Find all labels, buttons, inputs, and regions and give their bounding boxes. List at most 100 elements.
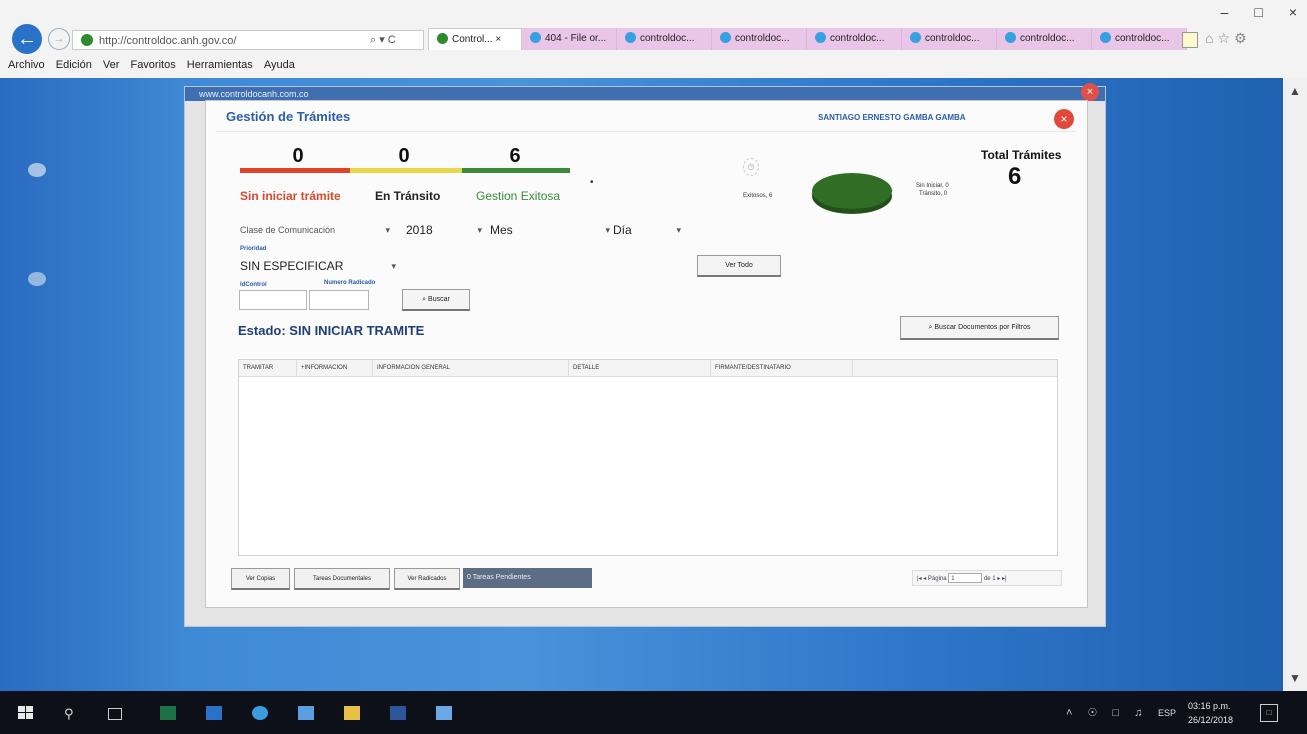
restore-icon[interactable]: □ — [1254, 4, 1262, 20]
tramites-table: TRAMITAR +INFORMACION INFORMACION GENERA… — [238, 359, 1058, 556]
internet-explorer-icon[interactable] — [252, 706, 268, 720]
tab-label: controldoc... — [735, 33, 790, 44]
pager-last-icon[interactable]: ▸ ▸| — [997, 576, 1006, 582]
outlook-icon[interactable] — [206, 706, 222, 720]
bar-exitosa — [462, 168, 570, 173]
tab-controldoc-3[interactable]: controldoc... — [807, 28, 902, 50]
column-header[interactable]: TRAMITAR — [239, 360, 297, 376]
label-sin-iniciar[interactable]: Sin iniciar trámite — [240, 189, 341, 203]
chevron-down-icon: ▾ — [477, 225, 482, 235]
system-tray[interactable]: ˄ ☉ □ ♫ — [1066, 706, 1148, 719]
gestion-dialog: Gestión de Trámites SANTIAGO ERNESTO GAM… — [205, 100, 1088, 608]
tab-control[interactable]: Control... × — [428, 28, 522, 50]
ver-radicados-button[interactable]: Ver Radicados — [394, 568, 460, 590]
tab-controldoc-6[interactable]: controldoc... — [1092, 28, 1187, 50]
site-icon — [81, 34, 93, 46]
clock-time[interactable]: 03:16 p.m. — [1188, 701, 1231, 711]
radicado-input[interactable] — [309, 290, 369, 310]
prioridad-select[interactable]: SIN ESPECIFICAR ▾ — [240, 256, 396, 276]
pie-chart — [811, 173, 893, 214]
search-icon[interactable]: ⚲ — [64, 706, 80, 721]
ie-icon — [530, 32, 541, 43]
outer-modal-title: www.controldocanh.com.co — [199, 89, 309, 99]
menu-archivo[interactable]: Archivo — [8, 59, 45, 71]
new-tab-button[interactable] — [1182, 32, 1198, 48]
menu-ayuda[interactable]: Ayuda — [264, 59, 295, 71]
task-view-icon[interactable] — [108, 708, 122, 720]
column-header[interactable]: DETALLE — [569, 360, 711, 376]
tab-controldoc-5[interactable]: controldoc... — [997, 28, 1092, 50]
excel-icon[interactable] — [160, 706, 176, 720]
tab-controldoc-1[interactable]: controldoc... — [617, 28, 712, 50]
outer-modal-titlebar: www.controldocanh.com.co — [185, 87, 1105, 101]
close-icon[interactable]: × — [1289, 4, 1297, 20]
buscar-button[interactable]: ⌕ Buscar — [402, 289, 470, 311]
page-input[interactable]: 1 — [948, 573, 983, 584]
menu-herramientas[interactable]: Herramientas — [187, 59, 253, 71]
tab-label: controldoc... — [1115, 33, 1170, 44]
prioridad-label: Prioridad — [240, 246, 267, 252]
menu-bar: Archivo Edición Ver Favoritos Herramient… — [0, 56, 295, 74]
menu-favoritos[interactable]: Favoritos — [130, 59, 175, 71]
year-select[interactable]: 2018 ▾ — [406, 220, 482, 240]
table-header: TRAMITAR +INFORMACION INFORMACION GENERA… — [239, 360, 1057, 377]
tab-label: controldoc... — [830, 33, 885, 44]
scroll-down-icon[interactable]: ▼ — [1283, 671, 1307, 685]
label-exitosa[interactable]: Gestion Exitosa — [476, 189, 560, 203]
ie-icon — [720, 32, 731, 43]
ie-icon — [910, 32, 921, 43]
buscar-filtros-button[interactable]: ⌕ Buscar Documentos por Filtros — [900, 316, 1059, 340]
idcontrol-input[interactable] — [239, 290, 307, 310]
browser-tools-icons[interactable]: ⌂☆⚙ — [1205, 30, 1251, 47]
clock-date[interactable]: 26/12/2018 — [1188, 715, 1233, 725]
tab-label: Control... — [452, 34, 493, 45]
window-controls: – □ × — [1221, 4, 1297, 20]
tab-controldoc-2[interactable]: controldoc... — [712, 28, 807, 50]
chart-loading-icon: ◷ — [743, 158, 759, 176]
divider — [216, 131, 1076, 132]
ver-todo-button[interactable]: Ver Todo — [697, 255, 781, 277]
language-indicator[interactable]: ESP — [1158, 708, 1176, 718]
window-app-icon[interactable] — [436, 706, 452, 720]
address-tools[interactable]: ⌕ ▾ C — [370, 30, 396, 50]
user-name: SANTIAGO ERNESTO GAMBA GAMBA — [818, 113, 966, 122]
page-scrollbar[interactable]: ▲ ▼ — [1283, 78, 1307, 691]
forward-arrow-icon[interactable]: → — [48, 28, 70, 50]
pie-label-sin-iniciar: Sin Iniciar, 0 — [916, 183, 949, 189]
back-arrow-icon[interactable]: ← — [12, 24, 42, 54]
pager-first-icon[interactable]: |◂ ◂ — [917, 576, 926, 582]
label-en-transito[interactable]: En Tránsito — [375, 189, 440, 203]
tab-close-icon[interactable]: × — [495, 34, 501, 45]
app-icon[interactable] — [298, 706, 314, 720]
month-value: Mes — [490, 223, 513, 237]
day-select[interactable]: Día ▾ — [613, 220, 681, 240]
chevron-down-icon: ▾ — [385, 225, 390, 235]
tab-label: 404 - File or... — [545, 33, 607, 44]
clase-select[interactable]: Clase de Comunicación ▾ — [240, 220, 390, 240]
ver-copias-button[interactable]: Ver Copias — [231, 568, 290, 590]
idcontrol-label: IdControl — [240, 282, 267, 288]
word-icon[interactable] — [390, 706, 406, 720]
dialog-close-icon[interactable]: × — [1054, 109, 1074, 129]
ie-icon — [815, 32, 826, 43]
tab-controldoc-4[interactable]: controldoc... — [902, 28, 997, 50]
tab-strip: Control... × 404 - File or... controldoc… — [428, 28, 1187, 50]
minimize-icon[interactable]: – — [1221, 4, 1229, 20]
file-explorer-icon[interactable] — [344, 706, 360, 720]
pending-tasks-badge[interactable]: 0 Tareas Pendientes — [463, 568, 592, 588]
menu-ver[interactable]: Ver — [103, 59, 120, 71]
outer-close-icon[interactable]: × — [1081, 83, 1099, 101]
scroll-up-icon[interactable]: ▲ — [1283, 84, 1307, 98]
month-select[interactable]: Mes ▾ — [490, 220, 610, 240]
column-header[interactable]: FIRMANTE/DESTINATARIO — [711, 360, 853, 376]
tab-404[interactable]: 404 - File or... — [522, 28, 617, 50]
column-header[interactable]: +INFORMACION — [297, 360, 373, 376]
windows-start-icon[interactable] — [18, 706, 34, 720]
count-en-transito: 0 — [398, 145, 410, 167]
menu-edicion[interactable]: Edición — [56, 59, 92, 71]
column-header[interactable]: INFORMACION GENERAL — [373, 360, 569, 376]
tareas-documentales-button[interactable]: Tareas Documentales — [294, 568, 390, 590]
notification-icon[interactable]: □ — [1260, 704, 1278, 722]
pie-label-transito: Tránsito, 0 — [919, 191, 948, 197]
year-value: 2018 — [406, 223, 433, 237]
